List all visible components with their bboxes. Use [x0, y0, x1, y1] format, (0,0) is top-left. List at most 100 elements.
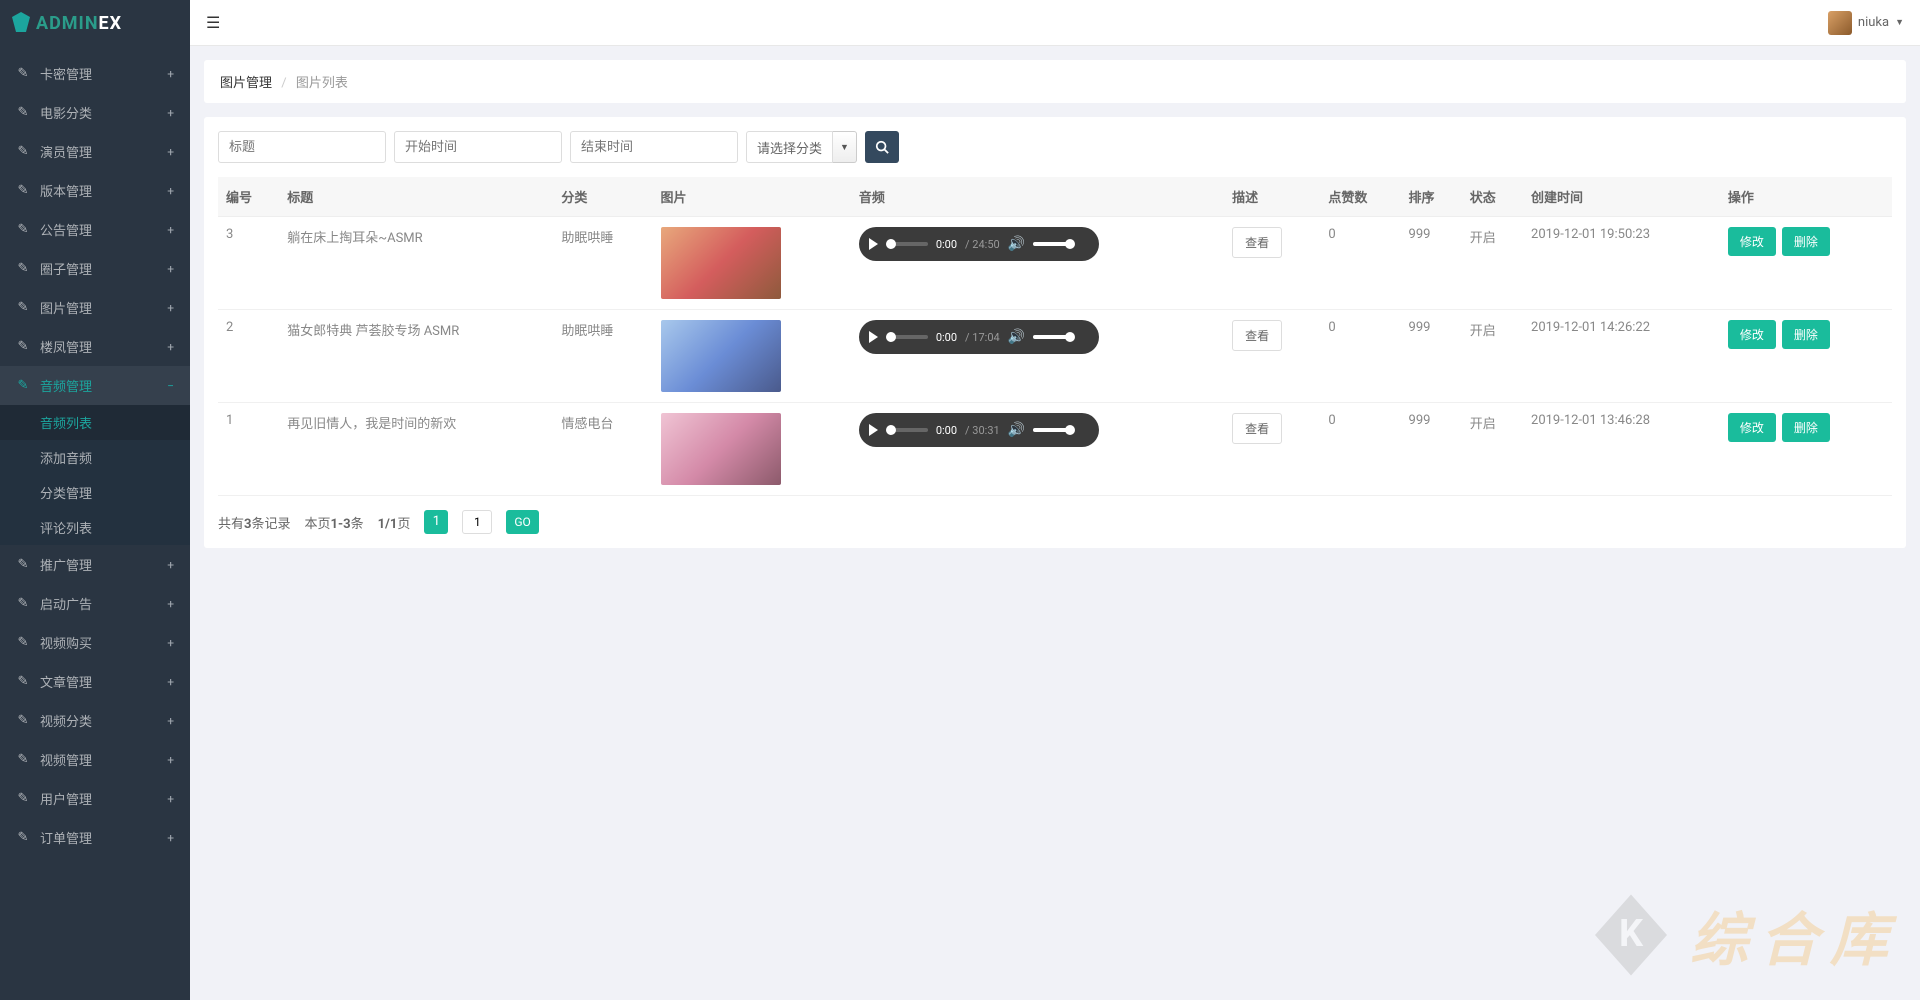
- sidebar-item[interactable]: ✎文章管理+: [0, 662, 190, 701]
- seek-bar[interactable]: [886, 335, 928, 339]
- view-button[interactable]: 查看: [1232, 413, 1282, 444]
- audio-player[interactable]: 0:00 / 17:04 🔊: [859, 320, 1099, 354]
- cell-desc: 查看: [1224, 310, 1320, 403]
- cell-id: 3: [218, 217, 279, 310]
- edit-button[interactable]: 修改: [1728, 320, 1776, 349]
- sidebar-item-label: 视频分类: [40, 711, 92, 730]
- cell-image: [653, 310, 851, 403]
- thumbnail[interactable]: [661, 413, 781, 485]
- view-button[interactable]: 查看: [1232, 227, 1282, 258]
- breadcrumb-sub: 图片列表: [296, 76, 348, 91]
- audio-player[interactable]: 0:00 / 30:31 🔊: [859, 413, 1099, 447]
- search-button[interactable]: [865, 131, 899, 163]
- table-header: 编号: [218, 177, 279, 217]
- edit-button[interactable]: 修改: [1728, 413, 1776, 442]
- submenu-item[interactable]: 音频列表: [0, 405, 190, 440]
- cell-audio: 0:00 / 30:31 🔊: [851, 403, 1224, 496]
- svg-text:K: K: [1619, 912, 1644, 956]
- sidebar-item[interactable]: ✎楼凤管理+: [0, 327, 190, 366]
- cell-sort: 999: [1401, 403, 1462, 496]
- delete-button[interactable]: 删除: [1782, 413, 1830, 442]
- sidebar-item[interactable]: ✎推广管理+: [0, 545, 190, 584]
- logo[interactable]: ADMINEX: [0, 0, 190, 46]
- seek-bar[interactable]: [886, 242, 928, 246]
- sidebar-item[interactable]: ✎演员管理+: [0, 132, 190, 171]
- sidebar-item[interactable]: ✎启动广告+: [0, 584, 190, 623]
- chevron-down-icon[interactable]: ▼: [833, 131, 857, 163]
- table-header: 图片: [653, 177, 851, 217]
- sidebar-item[interactable]: ✎电影分类+: [0, 93, 190, 132]
- category-dropdown[interactable]: 请选择分类 ▼: [746, 131, 857, 163]
- sidebar-item-label: 图片管理: [40, 298, 92, 317]
- search-icon: [875, 140, 889, 154]
- cell-sort: 999: [1401, 217, 1462, 310]
- cell-status: 开启: [1462, 310, 1523, 403]
- volume-bar[interactable]: [1033, 335, 1071, 339]
- edit-button[interactable]: 修改: [1728, 227, 1776, 256]
- sidebar-item[interactable]: ✎圈子管理+: [0, 249, 190, 288]
- table-header: 排序: [1401, 177, 1462, 217]
- delete-button[interactable]: 删除: [1782, 320, 1830, 349]
- time-duration: / 17:04: [965, 331, 1000, 344]
- seek-bar[interactable]: [886, 428, 928, 432]
- sidebar-item-label: 文章管理: [40, 672, 92, 691]
- pagination-total: 共有3条记录: [218, 513, 291, 532]
- thumbnail[interactable]: [661, 227, 781, 299]
- start-time-input[interactable]: [394, 131, 562, 163]
- cell-status: 开启: [1462, 403, 1523, 496]
- volume-bar[interactable]: [1033, 428, 1071, 432]
- edit-icon: ✎: [16, 752, 30, 767]
- sidebar-item[interactable]: ✎用户管理+: [0, 779, 190, 818]
- hamburger-icon[interactable]: ☰: [206, 13, 220, 32]
- cell-audio: 0:00 / 24:50 🔊: [851, 217, 1224, 310]
- page-input[interactable]: [462, 510, 492, 534]
- volume-icon[interactable]: 🔊: [1008, 329, 1025, 345]
- audio-player[interactable]: 0:00 / 24:50 🔊: [859, 227, 1099, 261]
- play-icon[interactable]: [869, 424, 878, 436]
- sidebar-item-label: 圈子管理: [40, 259, 92, 278]
- page-current[interactable]: 1: [424, 510, 448, 534]
- expand-icon: +: [167, 675, 174, 689]
- sidebar-item[interactable]: ✎版本管理+: [0, 171, 190, 210]
- table-header: 分类: [553, 177, 652, 217]
- sidebar-item[interactable]: ✎图片管理+: [0, 288, 190, 327]
- play-icon[interactable]: [869, 238, 878, 250]
- sidebar-item[interactable]: ✎视频分类+: [0, 701, 190, 740]
- expand-icon: +: [167, 223, 174, 237]
- cell-id: 2: [218, 310, 279, 403]
- submenu-item[interactable]: 分类管理: [0, 475, 190, 510]
- submenu-item[interactable]: 添加音频: [0, 440, 190, 475]
- cell-category: 助眠哄睡: [553, 310, 652, 403]
- cell-desc: 查看: [1224, 217, 1320, 310]
- end-time-input[interactable]: [570, 131, 738, 163]
- view-button[interactable]: 查看: [1232, 320, 1282, 351]
- sidebar-item-label: 版本管理: [40, 181, 92, 200]
- thumbnail[interactable]: [661, 320, 781, 392]
- breadcrumb: 图片管理 / 图片列表: [204, 60, 1906, 103]
- pagination-range: 本页1-3条: [305, 513, 364, 532]
- volume-icon[interactable]: 🔊: [1008, 236, 1025, 252]
- sidebar-item[interactable]: ✎视频购买+: [0, 623, 190, 662]
- cell-created: 2019-12-01 19:50:23: [1523, 217, 1720, 310]
- delete-button[interactable]: 删除: [1782, 227, 1830, 256]
- sidebar-item[interactable]: ✎公告管理+: [0, 210, 190, 249]
- user-name: niuka: [1858, 15, 1889, 30]
- go-button[interactable]: GO: [506, 510, 538, 534]
- table-row: 3 躺在床上掏耳朵~ASMR 助眠哄睡 0:00 / 24:50 🔊 查看 0 …: [218, 217, 1892, 310]
- submenu-item[interactable]: 评论列表: [0, 510, 190, 545]
- cell-actions: 修改 删除: [1720, 217, 1892, 310]
- sidebar-item[interactable]: ✎音频管理−: [0, 366, 190, 405]
- table-header: 点赞数: [1320, 177, 1400, 217]
- sidebar-item[interactable]: ✎卡密管理+: [0, 54, 190, 93]
- sidebar-item[interactable]: ✎视频管理+: [0, 740, 190, 779]
- play-icon[interactable]: [869, 331, 878, 343]
- volume-icon[interactable]: 🔊: [1008, 422, 1025, 438]
- edit-icon: ✎: [16, 830, 30, 845]
- sidebar-item[interactable]: ✎订单管理+: [0, 818, 190, 857]
- sidebar-item-label: 用户管理: [40, 789, 92, 808]
- edit-icon: ✎: [16, 222, 30, 237]
- table-header: 操作: [1720, 177, 1892, 217]
- volume-bar[interactable]: [1033, 242, 1071, 246]
- user-dropdown[interactable]: niuka ▼: [1828, 11, 1904, 35]
- title-input[interactable]: [218, 131, 386, 163]
